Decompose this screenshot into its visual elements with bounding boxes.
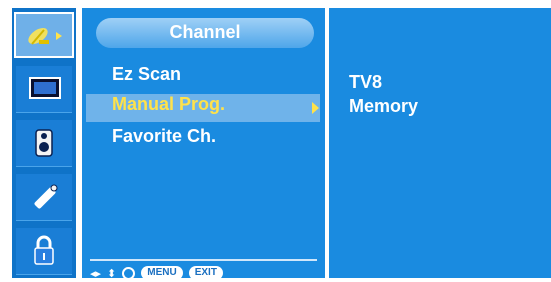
category-icon-column [12, 8, 76, 278]
nav-divider [90, 259, 317, 261]
menu-button[interactable]: MENU [141, 266, 183, 280]
up-down-arrows-icon: ⬍ [107, 267, 117, 280]
ok-icon [122, 266, 136, 280]
lock-icon[interactable] [16, 228, 72, 275]
submenu-arrow-icon [312, 102, 319, 114]
menu-item-ez-scan[interactable]: Ez Scan [112, 64, 181, 85]
menu-item-favorite-ch[interactable]: Favorite Ch. [112, 126, 216, 147]
info-panel: TV8 Memory [329, 8, 551, 278]
channel-menu-panel: Channel Ez Scan Manual Prog. Favorite Ch… [82, 8, 325, 281]
menu-title-pill: Channel [96, 18, 314, 48]
satellite-icon[interactable] [14, 12, 74, 58]
speaker-icon[interactable] [16, 120, 72, 167]
menu-item-manual-prog[interactable]: Manual Prog. [112, 94, 225, 115]
nav-hint-bar: ◂▸ ⬍ MENU EXIT [90, 265, 223, 281]
left-right-arrows-icon: ◂▸ [90, 267, 102, 280]
screen-icon[interactable] [16, 66, 72, 113]
menu-title: Channel [169, 22, 241, 42]
pencil-icon[interactable] [16, 174, 72, 221]
info-line-tv8: TV8 [349, 72, 383, 92]
info-line-memory: Memory [349, 96, 419, 116]
exit-button[interactable]: EXIT [188, 266, 223, 280]
